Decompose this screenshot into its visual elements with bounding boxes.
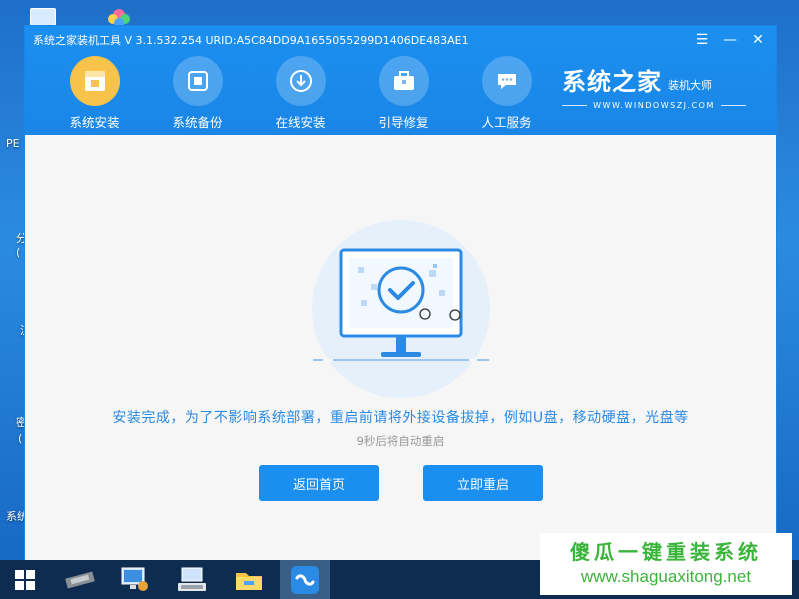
- computer-settings-icon[interactable]: [110, 560, 160, 599]
- brand-url-row: WWW.WINDOWSZJ.COM: [562, 101, 747, 110]
- desktop-label-5: (: [18, 432, 23, 445]
- toolbox-icon: [378, 56, 429, 106]
- brand-line-left: [562, 105, 588, 106]
- monitor-check-icon: [313, 248, 489, 362]
- brand-name: 系统之家: [562, 67, 662, 96]
- nav-label-online-install: 在线安装: [275, 115, 326, 130]
- watermark: 傻瓜一键重装系统 www.shaguaxitong.net: [540, 533, 792, 595]
- restart-now-button[interactable]: 立即重启: [423, 465, 543, 501]
- brand-logo: 系统之家 装机大师 WWW.WINDOWSZJ.COM: [562, 62, 747, 110]
- watermark-url: www.shaguaxitong.net: [580, 567, 752, 586]
- folder-icon[interactable]: [224, 560, 274, 599]
- hardware-chip-icon[interactable]: [55, 560, 105, 599]
- nav-item-system-install[interactable]: 系统安装: [43, 56, 146, 132]
- title-bar: 系统之家装机工具 V 3.1.532.254 URID:A5C84DD9A165…: [25, 26, 776, 135]
- restart-countdown: 9秒后将自动重启: [356, 434, 445, 448]
- windows-start-icon[interactable]: [0, 560, 50, 599]
- close-button[interactable]: ✕: [746, 30, 770, 50]
- desktop-label-pe: PE: [6, 137, 20, 150]
- menu-button[interactable]: ☰: [690, 30, 714, 50]
- brand-subtitle: 装机大师: [668, 79, 712, 92]
- main-nav: 系统安装 系统备份 在线安装 引导修复 人工服务: [43, 56, 558, 132]
- nav-item-system-backup[interactable]: 系统备份: [146, 56, 249, 132]
- nav-label-manual-service: 人工服务: [481, 115, 532, 130]
- nav-label-boot-repair: 引导修复: [378, 115, 429, 130]
- return-home-button[interactable]: 返回首页: [259, 465, 379, 501]
- nav-item-online-install[interactable]: 在线安装: [249, 56, 352, 132]
- installer-app-icon[interactable]: [280, 560, 330, 599]
- installer-window: 系统之家装机工具 V 3.1.532.254 URID:A5C84DD9A165…: [24, 25, 777, 561]
- nav-label-system-backup: 系统备份: [172, 115, 223, 130]
- window-controls: ☰ — ✕: [690, 30, 770, 50]
- download-icon: [275, 56, 326, 106]
- box-icon: [69, 56, 120, 106]
- nav-item-manual-service[interactable]: 人工服务: [455, 56, 558, 132]
- desktop-label-2: (: [16, 246, 21, 259]
- watermark-title: 傻瓜一键重装系统: [570, 540, 762, 564]
- chat-icon: [481, 56, 532, 106]
- content-area: 安装完成，为了不影响系统部署，重启前请将外接设备拔掉，例如U盘，移动硬盘，光盘等…: [25, 135, 776, 561]
- completion-message: 安装完成，为了不影响系统部署，重启前请将外接设备拔掉，例如U盘，移动硬盘，光盘等: [112, 410, 689, 426]
- keyboard-monitor-icon[interactable]: [167, 560, 217, 599]
- brand-line-right: [720, 105, 747, 106]
- cube-backup-icon: [172, 56, 223, 106]
- nav-item-boot-repair[interactable]: 引导修复: [352, 56, 455, 132]
- minimize-button[interactable]: —: [718, 30, 742, 50]
- brand-url: WWW.WINDOWSZJ.COM: [593, 101, 715, 110]
- nav-label-system-install: 系统安装: [69, 115, 120, 130]
- window-title: 系统之家装机工具 V 3.1.532.254 URID:A5C84DD9A165…: [33, 34, 469, 47]
